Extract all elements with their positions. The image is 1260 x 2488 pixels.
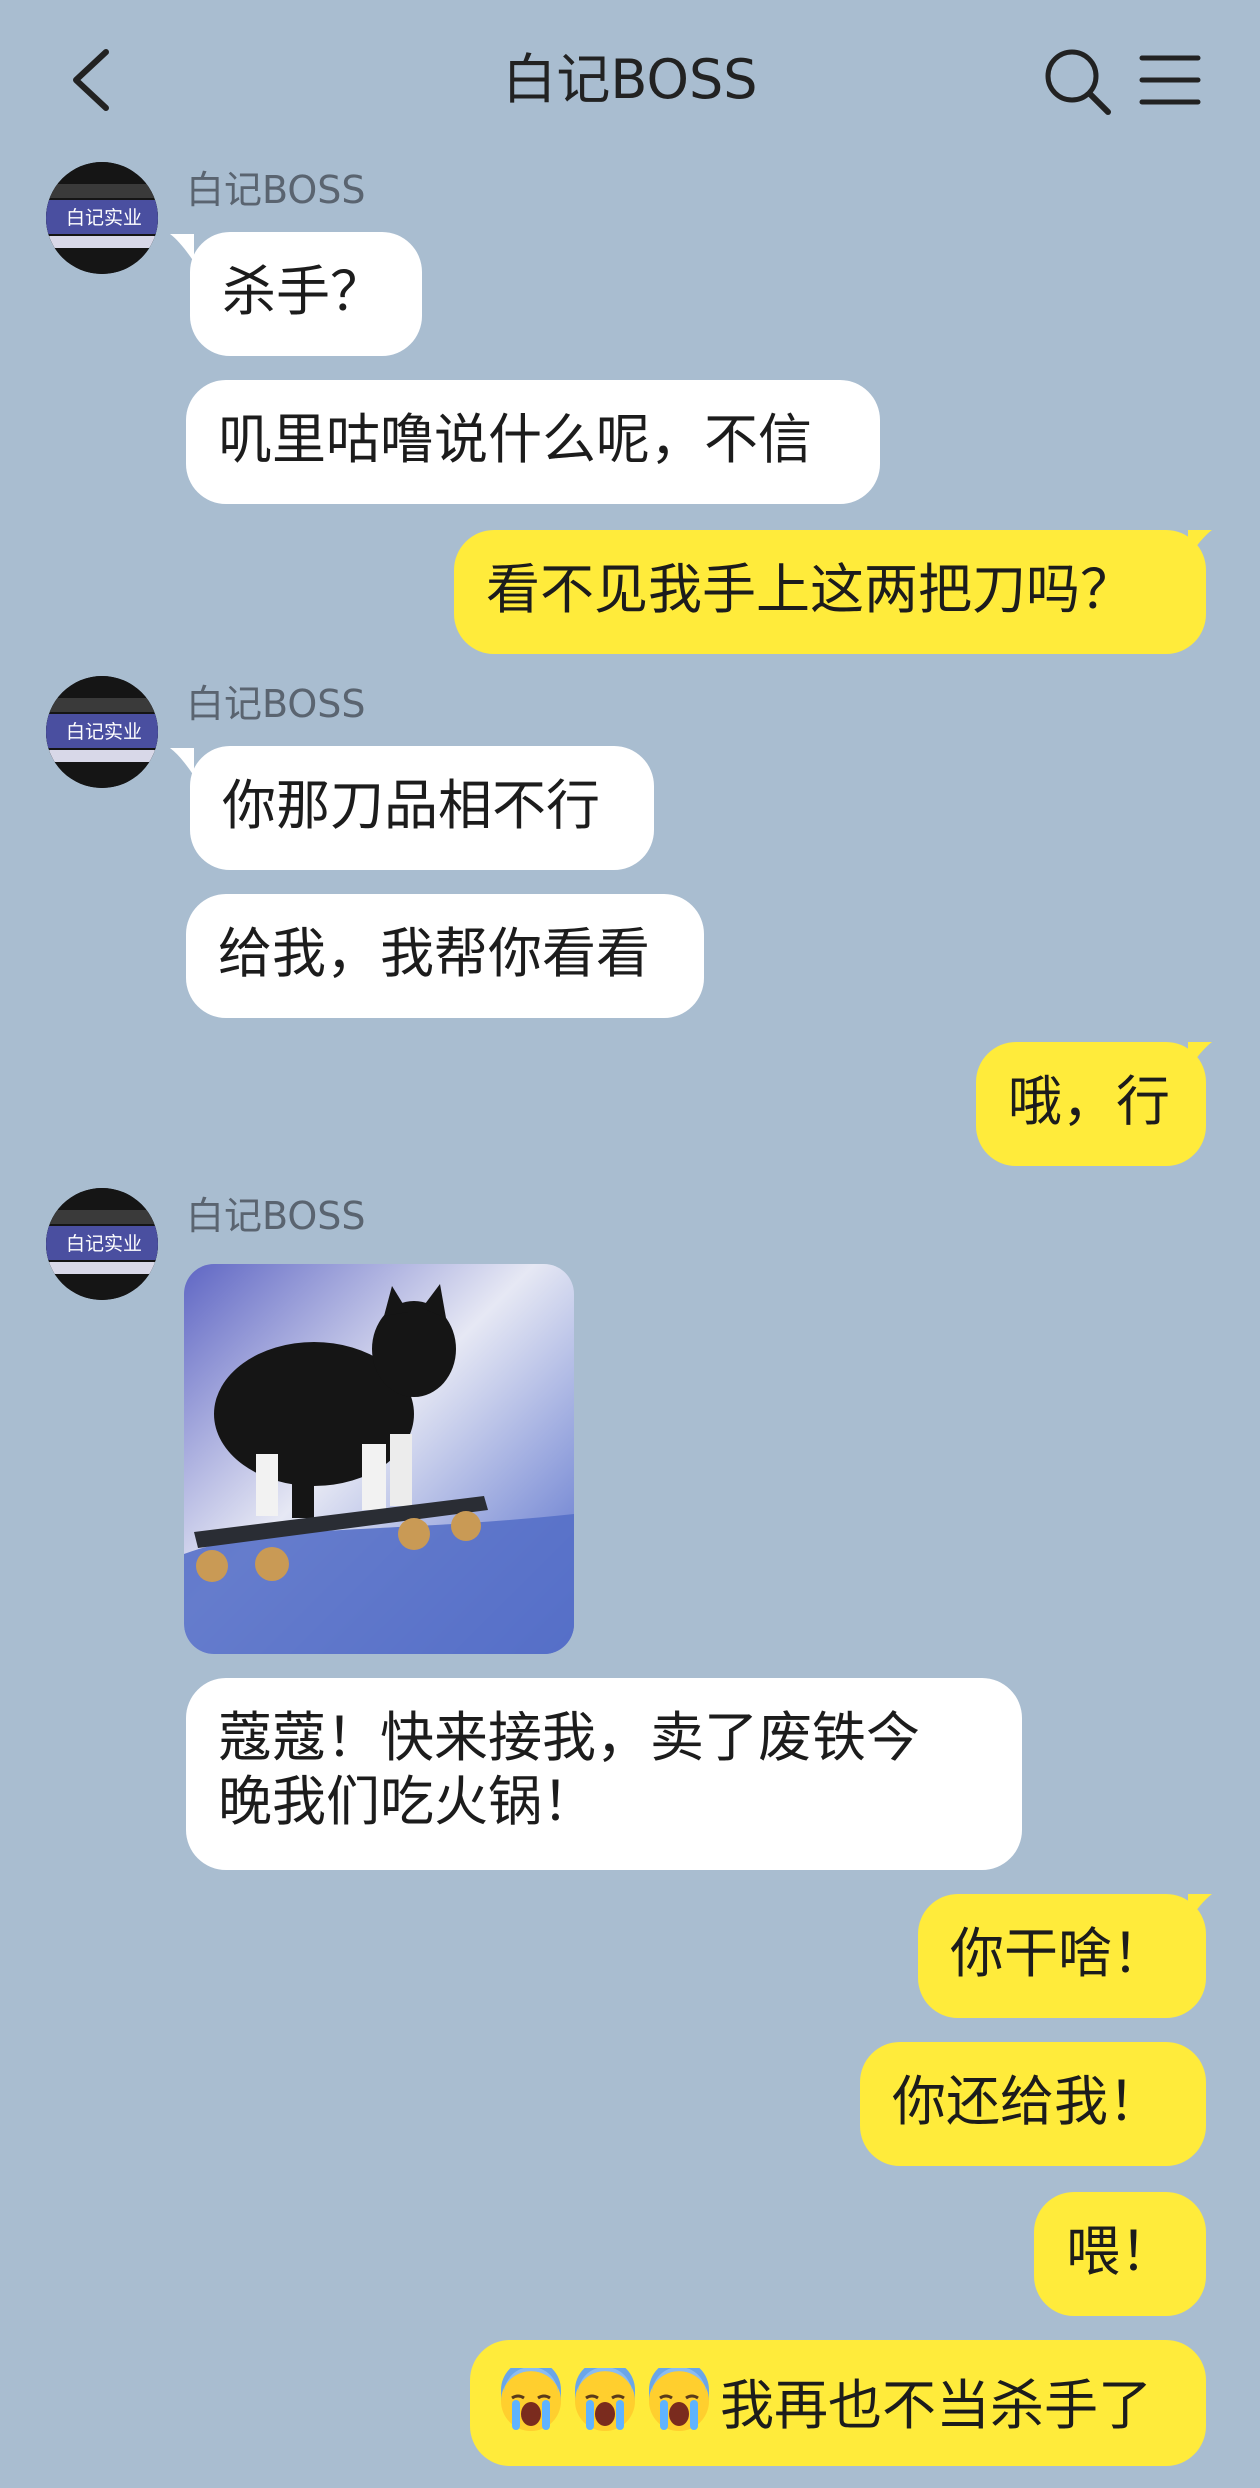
- svg-text:白记实业: 白记实业: [66, 721, 142, 743]
- svg-text:白记实业: 白记实业: [66, 1233, 142, 1255]
- crying-face-icon: [575, 2368, 635, 2431]
- message-text: 叽里咕噜说什么呢，不信: [218, 408, 812, 471]
- crying-face-icon: [649, 2368, 709, 2431]
- message-text: 你还给我！: [892, 2070, 1162, 2133]
- bubble-tail: [170, 234, 194, 262]
- contact-avatar[interactable]: 白记实业: [46, 162, 158, 274]
- bubble-tail: [1188, 1894, 1212, 1922]
- message-text: 你那刀品相不行: [222, 774, 600, 837]
- message-bubble-outgoing[interactable]: 哦，行: [976, 1042, 1206, 1166]
- message-text-line: 蔻蔻！快来接我，卖了废铁今: [218, 1706, 920, 1769]
- sender-name: 白记BOSS: [186, 1194, 366, 1238]
- message-text: 喂！: [1066, 2220, 1174, 2283]
- message-bubble-incoming[interactable]: 蔻蔻！快来接我，卖了废铁今 晚我们吃火锅！: [186, 1678, 1022, 1870]
- message-bubble-outgoing[interactable]: 看不见我手上这两把刀吗？: [454, 530, 1206, 654]
- sticker-cat-skateboard[interactable]: [184, 1264, 574, 1654]
- bubble-tail: [170, 748, 194, 776]
- contact-avatar[interactable]: 白记实业: [46, 676, 158, 788]
- message-bubble-incoming[interactable]: 给我，我帮你看看: [186, 894, 704, 1018]
- message-text: 给我，我帮你看看: [218, 922, 650, 985]
- contact-avatar[interactable]: 白记实业: [46, 1188, 158, 1300]
- message-bubble-incoming[interactable]: 你那刀品相不行: [190, 746, 654, 870]
- sender-name: 白记BOSS: [186, 682, 366, 726]
- bubble-tail: [1188, 530, 1212, 558]
- sender-name: 白记BOSS: [186, 168, 366, 212]
- message-text: 哦，行: [1008, 1070, 1170, 1133]
- search-icon[interactable]: [1040, 44, 1114, 118]
- svg-text:白记实业: 白记实业: [66, 207, 142, 229]
- message-text: 你干啥！: [950, 1922, 1166, 1985]
- message-bubble-outgoing[interactable]: 你还给我！: [860, 2042, 1206, 2166]
- message-text: 杀手？: [222, 260, 384, 323]
- message-bubble-outgoing[interactable]: 你干啥！: [918, 1894, 1206, 2018]
- message-bubble-incoming[interactable]: 叽里咕噜说什么呢，不信: [186, 380, 880, 504]
- message-text: 看不见我手上这两把刀吗？: [486, 558, 1134, 621]
- message-text-line: 晚我们吃火锅！: [218, 1770, 596, 1833]
- message-bubble-outgoing[interactable]: 喂！: [1034, 2192, 1206, 2316]
- bubble-tail: [1188, 1042, 1212, 1070]
- message-bubble-incoming[interactable]: 杀手？: [190, 232, 422, 356]
- menu-icon[interactable]: [1138, 50, 1202, 110]
- chat-header: 白记BOSS: [0, 0, 1260, 160]
- message-bubble-outgoing[interactable]: 我再也不当杀手了: [470, 2340, 1206, 2466]
- crying-face-icon: [501, 2368, 561, 2431]
- message-text: 我再也不当杀手了: [720, 2374, 1152, 2437]
